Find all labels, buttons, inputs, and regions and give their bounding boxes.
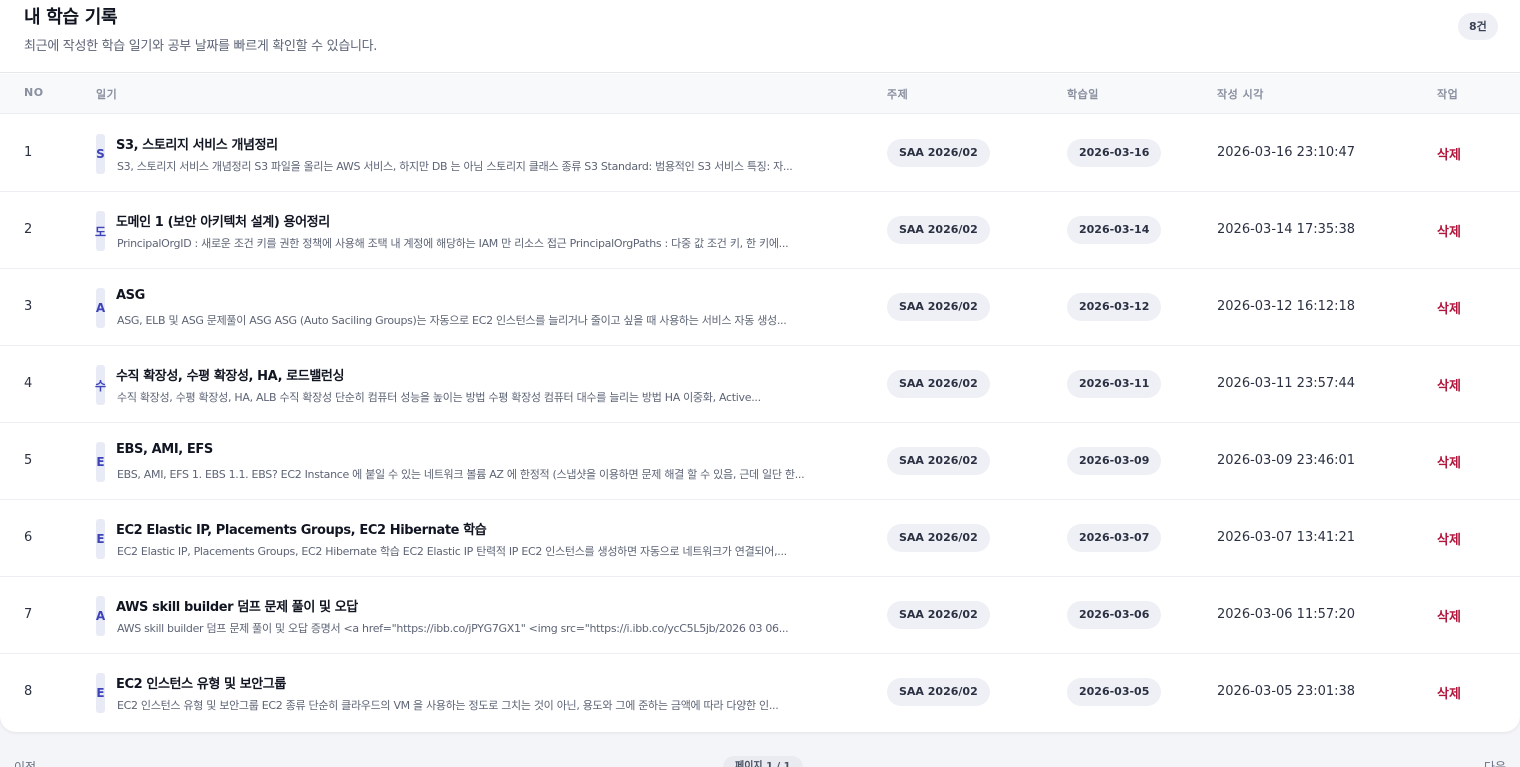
entry-initial-avatar: E	[96, 673, 105, 713]
entry-title[interactable]: 도메인 1 (보안 아키텍처 설계) 용어정리	[116, 211, 330, 230]
column-header-study-date: 학습일	[1067, 88, 1099, 101]
entry-initial-avatar: 수	[95, 365, 106, 405]
delete-button[interactable]: 삭제	[1437, 606, 1461, 625]
study-date-badge: 2026-03-06	[1067, 601, 1162, 629]
delete-button[interactable]: 삭제	[1437, 375, 1461, 394]
row-number: 2	[24, 222, 33, 237]
entry-title[interactable]: 수직 확장성, 수평 확장성, HA, 로드밸런싱	[116, 365, 344, 384]
delete-button[interactable]: 삭제	[1437, 221, 1461, 240]
delete-button[interactable]: 삭제	[1437, 298, 1461, 317]
entry-title[interactable]: EC2 Elastic IP, Placements Groups, EC2 H…	[116, 519, 487, 538]
topic-badge: SAA 2026/02	[887, 678, 990, 706]
page-indicator: 페이지 1 / 1	[723, 756, 803, 767]
row-number: 4	[24, 376, 33, 391]
created-at: 2026-03-11 23:57:44	[1217, 376, 1356, 391]
topic-badge: SAA 2026/02	[887, 216, 990, 244]
card-header: 내 학습 기록 최근에 작성한 학습 일기와 공부 날짜를 빠르게 확인할 수 …	[0, 0, 1520, 73]
entry-title[interactable]: AWS skill builder 덤프 문제 풀이 및 오답	[116, 596, 358, 615]
study-date-badge: 2026-03-11	[1067, 370, 1162, 398]
pagination: 이전 페이지 1 / 1 다음	[0, 748, 1520, 767]
delete-button[interactable]: 삭제	[1437, 683, 1461, 702]
created-at: 2026-03-12 16:12:18	[1217, 299, 1356, 314]
row-number: 8	[24, 684, 33, 699]
table-row[interactable]: 7 A AWS skill builder 덤프 문제 풀이 및 오답 AWS ski…	[0, 577, 1520, 654]
entry-title[interactable]: ASG	[116, 288, 145, 303]
entry-initial-avatar: S	[96, 134, 105, 174]
table-body: 1 S S3, 스토리지 서비스 개념정리 S3, 스토리지 서비스 개념정리 S3 …	[0, 115, 1520, 731]
row-number: 7	[24, 607, 33, 622]
entry-initial-avatar: E	[96, 442, 105, 482]
study-date-badge: 2026-03-07	[1067, 524, 1162, 552]
created-at: 2026-03-09 23:46:01	[1217, 453, 1356, 468]
topic-badge: SAA 2026/02	[887, 601, 990, 629]
entry-preview: EC2 Elastic IP, Placements Groups, EC2 H…	[117, 545, 787, 558]
topic-badge: SAA 2026/02	[887, 139, 990, 167]
entry-preview: ASG, ELB 및 ASG 문제풀이 ASG ASG (Auto Sacili…	[117, 314, 787, 327]
entry-title[interactable]: S3, 스토리지 서비스 개념정리	[116, 134, 278, 153]
delete-button[interactable]: 삭제	[1437, 144, 1461, 163]
next-page-button[interactable]: 다음	[1484, 758, 1506, 767]
table-header: NO 일기 주제 학습일 작성 시각 작업	[0, 74, 1520, 114]
entry-initial-avatar: E	[96, 519, 105, 559]
study-date-badge: 2026-03-05	[1067, 678, 1162, 706]
row-number: 5	[24, 453, 33, 468]
study-date-badge: 2026-03-12	[1067, 293, 1162, 321]
column-header-no: NO	[24, 86, 44, 99]
column-header-action: 작업	[1437, 88, 1459, 101]
column-header-diary: 일기	[96, 88, 118, 101]
topic-badge: SAA 2026/02	[887, 370, 990, 398]
column-header-created-at: 작성 시각	[1217, 88, 1264, 101]
created-at: 2026-03-06 11:57:20	[1217, 607, 1356, 622]
entry-preview: EC2 인스턴스 유형 및 보안그룹 EC2 종류 단순히 클라우드의 VM 을…	[117, 699, 779, 712]
created-at: 2026-03-14 17:35:38	[1217, 222, 1356, 237]
created-at: 2026-03-07 13:41:21	[1217, 530, 1356, 545]
created-at: 2026-03-16 23:10:47	[1217, 145, 1356, 160]
entry-preview: 수직 확장성, 수평 확장성, HA, ALB 수직 확장성 단순히 컴퓨터 성…	[117, 391, 761, 404]
prev-page-button[interactable]: 이전	[14, 758, 36, 767]
column-header-topic: 주제	[887, 88, 909, 101]
table-row[interactable]: 5 E EBS, AMI, EFS EBS, AMI, EFS 1. EBS 1.1.…	[0, 423, 1520, 500]
count-badge: 8건	[1458, 13, 1498, 40]
study-date-badge: 2026-03-16	[1067, 139, 1162, 167]
row-number: 1	[24, 145, 33, 160]
study-date-badge: 2026-03-09	[1067, 447, 1162, 475]
entry-preview: AWS skill builder 덤프 문제 풀이 및 오답 증명서 <a h…	[117, 622, 789, 635]
topic-badge: SAA 2026/02	[887, 293, 990, 321]
row-number: 3	[24, 299, 33, 314]
table-row[interactable]: 3 A ASG ASG, ELB 및 ASG 문제풀이 ASG ASG (Auto S…	[0, 269, 1520, 346]
entry-initial-avatar: A	[96, 288, 105, 328]
entry-title[interactable]: EC2 인스턴스 유형 및 보안그룹	[116, 673, 286, 692]
page-subtitle: 최근에 작성한 학습 일기와 공부 날짜를 빠르게 확인할 수 있습니다.	[24, 39, 378, 54]
table-row[interactable]: 4 수 수직 확장성, 수평 확장성, HA, 로드밸런싱수직 확장성, 수평 확장…	[0, 346, 1520, 423]
table-row[interactable]: 1 S S3, 스토리지 서비스 개념정리 S3, 스토리지 서비스 개념정리 S3 …	[0, 115, 1520, 192]
study-log-card: 내 학습 기록 최근에 작성한 학습 일기와 공부 날짜를 빠르게 확인할 수 …	[0, 0, 1520, 732]
entry-initial-avatar: A	[96, 596, 105, 636]
entry-preview: EBS, AMI, EFS 1. EBS 1.1. EBS? EC2 Insta…	[117, 468, 805, 481]
study-date-badge: 2026-03-14	[1067, 216, 1162, 244]
created-at: 2026-03-05 23:01:38	[1217, 684, 1356, 699]
topic-badge: SAA 2026/02	[887, 524, 990, 552]
entry-preview: S3, 스토리지 서비스 개념정리 S3 파일을 올리는 AWS 서비스, 하지…	[117, 160, 793, 173]
entry-title[interactable]: EBS, AMI, EFS	[116, 442, 213, 457]
entry-initial-avatar: 도	[95, 211, 106, 251]
page-title: 내 학습 기록	[24, 7, 118, 28]
delete-button[interactable]: 삭제	[1437, 529, 1461, 548]
row-number: 6	[24, 530, 33, 545]
table-row[interactable]: 8 E EC2 인스턴스 유형 및 보안그룹 EC2 인스턴스 유형 및 보안그룹 E…	[0, 654, 1520, 731]
topic-badge: SAA 2026/02	[887, 447, 990, 475]
table-row[interactable]: 2 도 도메인 1 (보안 아키텍처 설계) 용어정리 PrincipalOrgID …	[0, 192, 1520, 269]
entry-preview: PrincipalOrgID : 새로운 조건 키를 권한 정책에 사용해 조택…	[117, 237, 789, 250]
table-row[interactable]: 6 E EC2 Elastic IP, Placements Groups, EC2…	[0, 500, 1520, 577]
delete-button[interactable]: 삭제	[1437, 452, 1461, 471]
